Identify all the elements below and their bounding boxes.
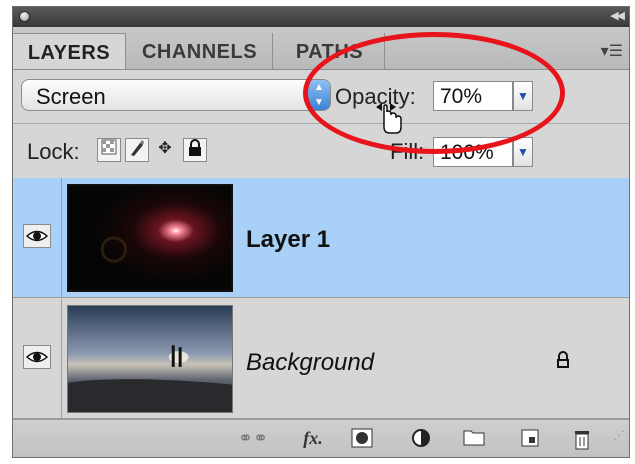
lock-position-icon[interactable]: ✥ — [153, 138, 177, 162]
opacity-field[interactable]: 70% — [433, 81, 513, 111]
new-layer-icon[interactable] — [517, 428, 543, 450]
opacity-label: Opacity: — [335, 84, 416, 109]
adjustment-layer-icon[interactable] — [407, 428, 437, 450]
collapse-panel-icon[interactable]: ◀◀ — [610, 9, 625, 22]
eye-icon[interactable] — [23, 224, 51, 248]
panel-menu-icon[interactable]: ▾☰ — [601, 41, 623, 61]
blend-mode-select[interactable]: Screen ▲ ▼ — [21, 79, 331, 111]
layer-1-name[interactable]: Layer 1 — [246, 226, 330, 254]
background-layer-name[interactable]: Background — [246, 349, 374, 377]
trash-icon[interactable] — [569, 428, 595, 450]
tab-channels[interactable]: CHANNELS — [127, 33, 273, 69]
tab-paths[interactable]: PATHS — [275, 33, 385, 69]
layer-style-fx-icon[interactable]: fx. — [295, 428, 331, 450]
chevron-updown-icon: ▲ ▼ — [308, 80, 330, 110]
eye-icon[interactable] — [23, 345, 51, 369]
panel-tabs: LAYERS CHANNELS PATHS ▾☰ — [13, 27, 629, 70]
lock-transparent-pixels-icon[interactable] — [97, 138, 121, 162]
lock-label: Lock: — [27, 139, 80, 164]
layer-row-background[interactable]: Background — [13, 299, 629, 419]
layers-panel: ◀◀ LAYERS CHANNELS PATHS ▾☰ Screen ▲ ▼ Op… — [12, 6, 630, 458]
opacity-dropdown[interactable]: ▼ — [513, 81, 533, 111]
lock-fill-row: Lock: ✥ Fill: 100% ▼ — [13, 124, 629, 179]
fill-label: Fill: — [390, 139, 425, 164]
blend-mode-value: Screen — [36, 84, 106, 109]
layer-1-thumbnail — [67, 184, 233, 292]
close-icon[interactable] — [19, 11, 30, 22]
fill-dropdown[interactable]: ▼ — [513, 137, 533, 167]
lock-image-pixels-icon[interactable] — [125, 138, 149, 162]
link-layers-icon[interactable]: ⚭⚭ — [235, 428, 271, 450]
lock-all-icon[interactable] — [183, 138, 207, 162]
layer-row-layer-1[interactable]: Layer 1 — [13, 178, 629, 298]
panel-title-bar[interactable]: ◀◀ — [13, 7, 629, 27]
blend-opacity-row: Screen ▲ ▼ Opacity: 70% ▼ — [13, 69, 629, 124]
visibility-column — [13, 178, 62, 297]
layer-mask-icon[interactable] — [349, 428, 375, 450]
tab-layers[interactable]: LAYERS — [13, 33, 126, 69]
visibility-column — [13, 299, 62, 418]
background-thumbnail — [67, 305, 233, 413]
resize-grip-icon[interactable]: ⋰ — [611, 428, 627, 450]
fill-field[interactable]: 100% — [433, 137, 513, 167]
layer-lock-icon — [555, 351, 571, 374]
panel-footer: ⚭⚭ fx. ⋰ — [13, 419, 629, 457]
new-group-icon[interactable] — [461, 428, 487, 450]
